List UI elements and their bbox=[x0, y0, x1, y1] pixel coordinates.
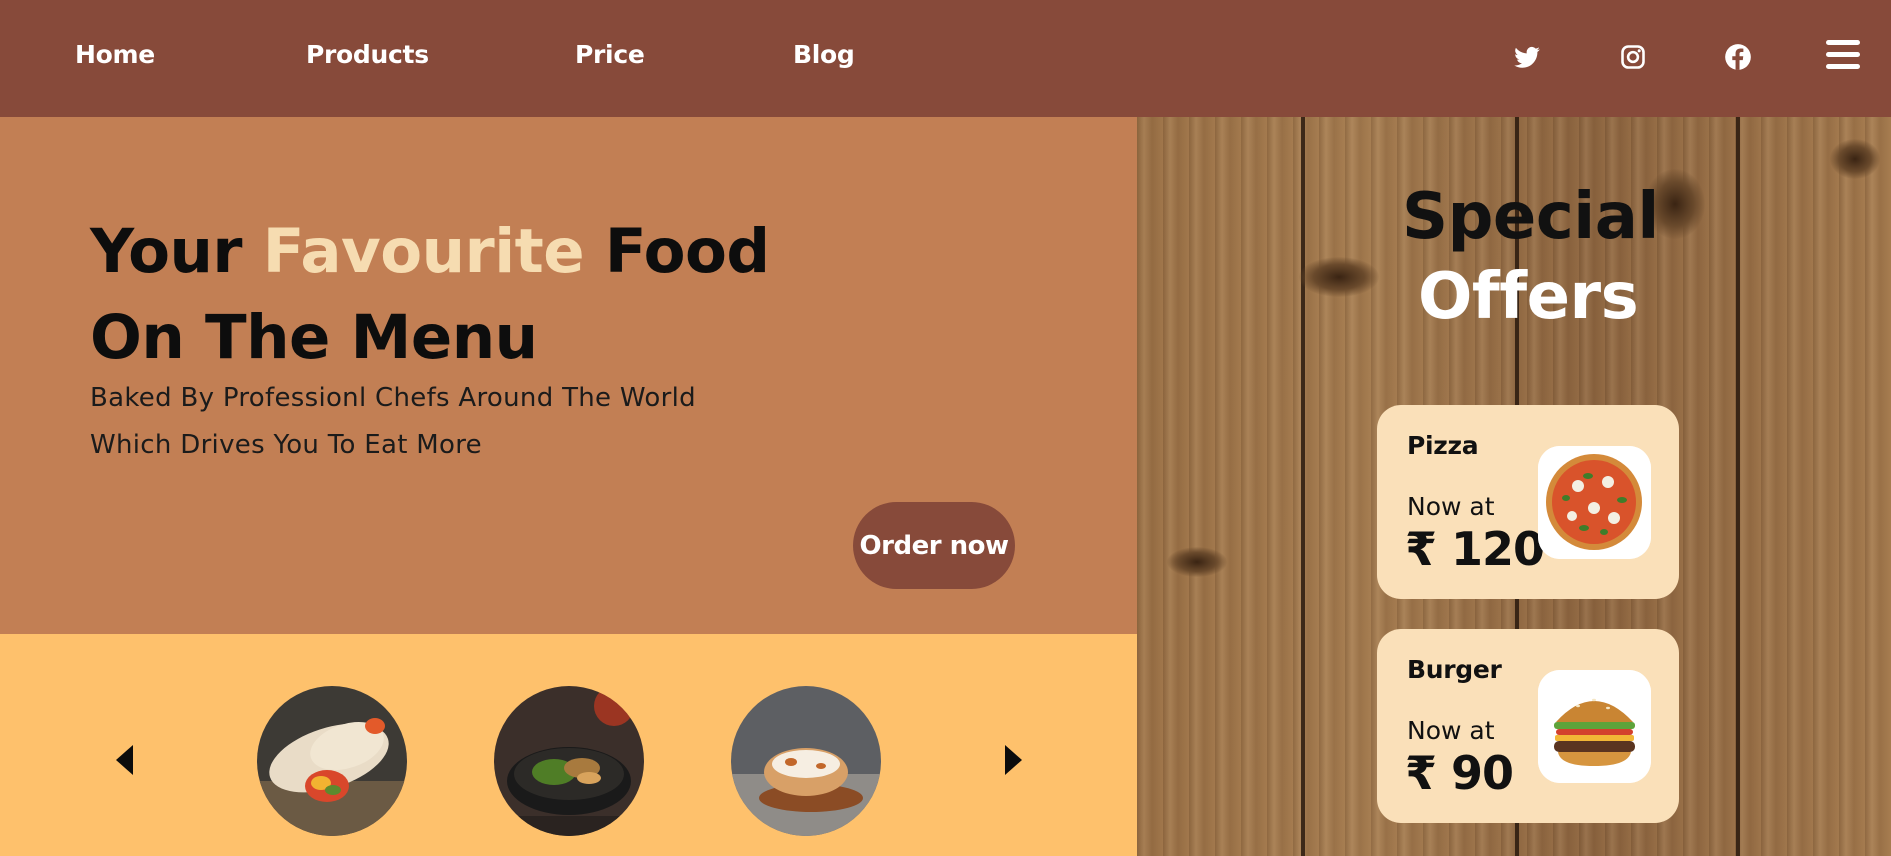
plank-divider bbox=[1301, 117, 1305, 856]
wood-knot bbox=[1299, 257, 1379, 297]
hero-title-line2: On The Menu bbox=[90, 302, 538, 373]
nav-price[interactable]: Price bbox=[575, 40, 645, 69]
hero-title-part2: Food bbox=[604, 216, 770, 287]
hero-title: Your Favourite Food On The Menu bbox=[90, 209, 770, 381]
pizza-image bbox=[1538, 446, 1651, 559]
offer-name: Pizza bbox=[1407, 431, 1479, 460]
order-now-button[interactable]: Order now bbox=[853, 502, 1015, 589]
caret-left-icon[interactable] bbox=[116, 745, 133, 775]
offer-price: ₹ 120 bbox=[1405, 522, 1545, 576]
wrap-image[interactable] bbox=[257, 686, 407, 836]
caret-right-icon[interactable] bbox=[1005, 745, 1022, 775]
hero-subtitle-line2: Which Drives You To Eat More bbox=[90, 430, 482, 460]
offer-card-pizza[interactable]: Pizza Now at ₹ 120 bbox=[1377, 405, 1679, 599]
burger-image bbox=[1538, 670, 1651, 783]
plank-divider bbox=[1736, 117, 1740, 856]
instagram-icon[interactable] bbox=[1619, 43, 1649, 73]
hero-title-highlight: Favourite bbox=[262, 216, 585, 287]
hero-section: Your Favourite Food On The Menu Baked By… bbox=[0, 117, 1137, 634]
hamburger-menu-icon[interactable] bbox=[1826, 40, 1860, 72]
noodle-bowl-image[interactable] bbox=[494, 686, 644, 836]
nav-products[interactable]: Products bbox=[306, 40, 429, 69]
offer-card-burger[interactable]: Burger Now at ₹ 90 bbox=[1377, 629, 1679, 823]
facebook-icon[interactable] bbox=[1724, 43, 1754, 73]
offers-heading: Offers bbox=[1418, 260, 1639, 334]
special-heading: Special bbox=[1402, 180, 1659, 254]
wood-knot bbox=[1830, 139, 1880, 179]
hero-title-part1: Your bbox=[90, 216, 243, 287]
offer-name: Burger bbox=[1407, 655, 1502, 684]
offer-now-label: Now at bbox=[1407, 716, 1495, 745]
offer-now-label: Now at bbox=[1407, 492, 1495, 521]
hero-subtitle-line1: Baked By Professionl Chefs Around The Wo… bbox=[90, 383, 696, 413]
top-navbar: Home Products Price Blog bbox=[0, 0, 1891, 117]
nav-blog[interactable]: Blog bbox=[793, 40, 855, 69]
pastry-image[interactable] bbox=[731, 686, 881, 836]
wood-knot bbox=[1167, 547, 1227, 577]
offer-price: ₹ 90 bbox=[1405, 746, 1514, 800]
twitter-icon[interactable] bbox=[1513, 43, 1543, 73]
nav-home[interactable]: Home bbox=[75, 40, 155, 69]
page: Home Products Price Blog Your Favourite … bbox=[0, 0, 1891, 856]
food-carousel bbox=[0, 634, 1137, 856]
